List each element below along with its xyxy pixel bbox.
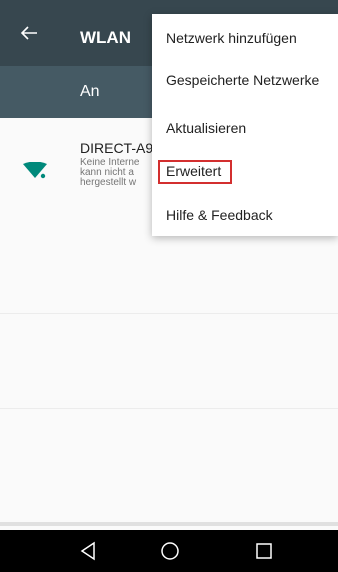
network-status: Keine Interne kann nicht a hergestellt w [80, 158, 152, 188]
wifi-signal-icon [23, 162, 47, 179]
divider [0, 313, 338, 314]
menu-item-help-feedback[interactable]: Hilfe & Feedback [152, 195, 338, 235]
overflow-menu: Netzwerk hinzufügen Gespeicherte Netzwer… [152, 14, 338, 236]
screen: WLAN An DIRECT-A9 Keine Interne kann nic… [0, 0, 338, 572]
system-nav-bar [0, 530, 338, 572]
arrow-left-icon[interactable] [20, 25, 38, 41]
menu-item-advanced[interactable]: Erweitert [152, 151, 338, 191]
network-name: DIRECT-A9 [80, 140, 154, 156]
status-line: hergestellt w [80, 177, 137, 188]
switch-state-label: An [80, 83, 100, 100]
page-title: WLAN [80, 28, 131, 47]
divider [0, 408, 338, 409]
bottom-divider [0, 522, 338, 526]
nav-recents-icon[interactable] [255, 541, 273, 561]
menu-item-add-network[interactable]: Netzwerk hinzufügen [152, 18, 338, 58]
nav-home-icon[interactable] [159, 540, 181, 562]
menu-item-saved-networks[interactable]: Gespeicherte Netzwerke [152, 60, 338, 100]
nav-back-icon[interactable] [78, 540, 98, 562]
menu-item-refresh[interactable]: Aktualisieren [152, 108, 338, 148]
menu-item-advanced-label: Erweitert [166, 163, 222, 179]
